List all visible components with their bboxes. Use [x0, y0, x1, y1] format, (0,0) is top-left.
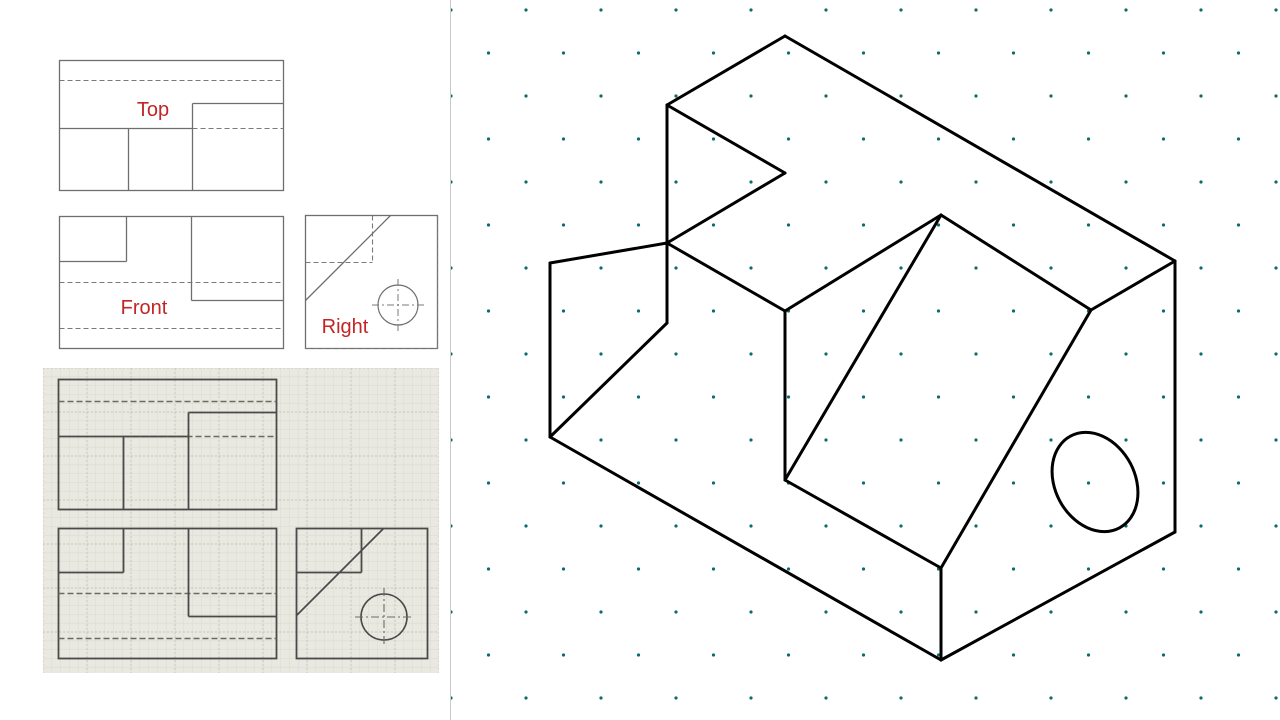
- visible-line-right-0: [305, 215, 391, 301]
- iso-edge-step-face-diag: [665, 241, 787, 313]
- iso-edge-slope-left-edge: [783, 213, 943, 482]
- view-label-right: Right: [322, 316, 369, 338]
- isometric-edges: [548, 34, 1177, 662]
- isometric-object-drawing: [548, 34, 1177, 662]
- iso-edge-notch-top-diag: [665, 103, 787, 175]
- view-label-top: Top: [137, 99, 169, 121]
- ortho-view-top: Top: [58, 59, 285, 192]
- iso-edge-notch-step-diag: [548, 321, 669, 439]
- iso-edge-slope-right-edge: [939, 213, 1093, 312]
- view-label-front: Front: [121, 297, 168, 319]
- iso-edge-notch-lower-diag: [548, 241, 669, 265]
- iso-edge-top-back-right: [783, 34, 1177, 263]
- iso-edge-base-front-left: [548, 435, 943, 662]
- iso-edge-top-back-left: [665, 34, 787, 107]
- iso-edge-slope-base-diag: [783, 478, 943, 570]
- iso-edge-right-top-edge: [1089, 259, 1177, 312]
- orthographic-views-drawing: Top Front Right: [58, 59, 439, 350]
- isometric-panel: [451, 0, 1280, 720]
- iso-edge-base-front-right: [939, 530, 1177, 662]
- worksheet-canvas: Top Front Right: [0, 0, 1280, 720]
- iso-hole-ellipse: [1050, 430, 1140, 534]
- iso-edge-notch-inner-diag: [665, 171, 787, 245]
- grid-paper-drawing: [43, 368, 439, 673]
- ortho-view-right: Right: [304, 214, 439, 350]
- iso-edge-slope-upper-diag: [783, 213, 943, 313]
- ortho-view-front: Front: [58, 215, 285, 350]
- grid-paper-panel: [43, 368, 439, 673]
- orthographic-panel: Top Front Right: [0, 0, 450, 720]
- grid-paper-background: [43, 368, 439, 673]
